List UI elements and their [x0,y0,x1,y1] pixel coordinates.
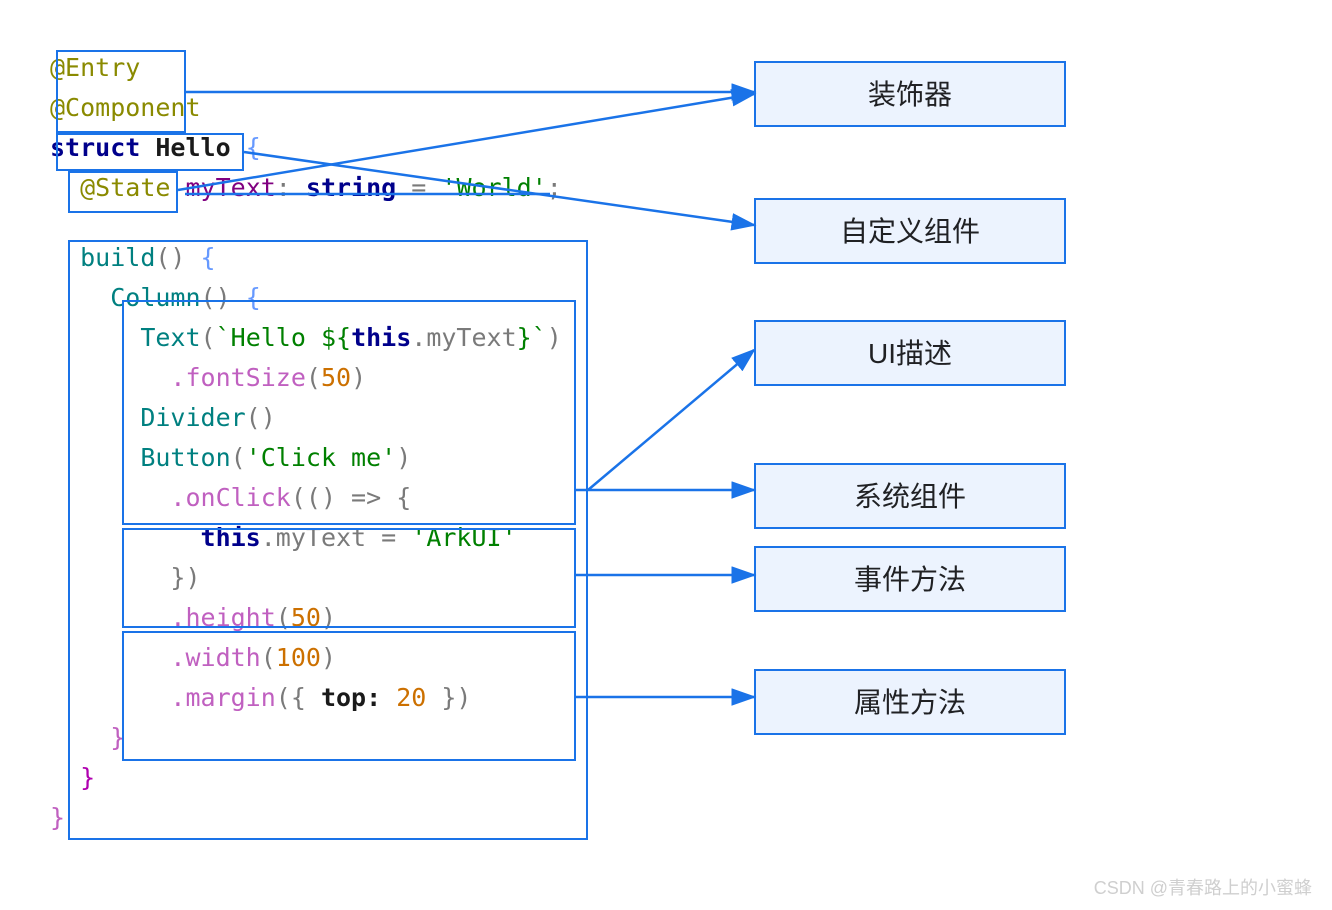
box-decorators [56,50,186,133]
box-state [68,171,178,213]
label-custom-component: 自定义组件 [754,198,1066,264]
box-attrs [122,631,576,761]
box-column-children [122,300,576,525]
watermark: CSDN @青春路上的小蜜蜂 [1094,874,1312,900]
label-ui-desc: UI描述 [754,320,1066,386]
box-struct-hello [56,133,244,171]
blank [50,210,562,240]
label-sys-comp: 系统组件 [754,463,1066,529]
label-attr-method: 属性方法 [754,669,1066,735]
box-onclick [122,528,576,628]
label-decorator: 装饰器 [754,61,1066,127]
label-event-method: 事件方法 [754,546,1066,612]
